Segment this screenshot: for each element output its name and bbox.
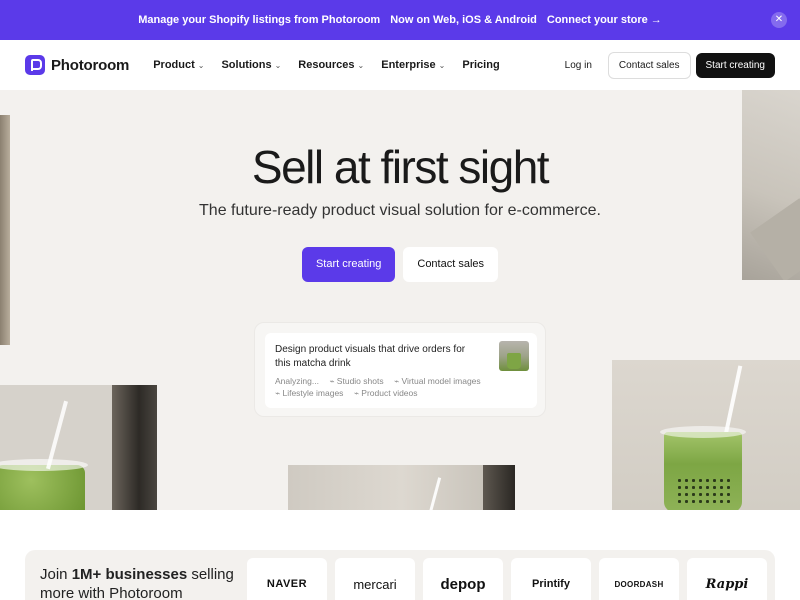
photo-detail [427,477,442,510]
prompt-tags: Analyzing... ⌁ Studio shots ⌁ Virtual mo… [275,375,525,399]
menu-label: Solutions [221,59,272,71]
top-navigation: Photoroom Product ⌄ Solutions ⌄ Resource… [0,40,800,90]
menu-label: Enterprise [381,59,436,71]
rappi-logo: Rappi [687,558,767,600]
menu-label: Pricing [462,59,500,71]
menu-item-solutions[interactable]: Solutions ⌄ [221,59,281,71]
announcement-shopify-link[interactable]: Manage your Shopify listings from Photor… [138,14,380,26]
status-analyzing: Analyzing... [275,376,319,386]
photo-detail [483,465,515,510]
photo-detail [0,465,85,510]
tag-virtual-model-images: ⌁ Virtual model images [393,376,481,386]
contact-sales-hero-button[interactable]: Contact sales [403,247,499,282]
announcement-bar: Manage your Shopify listings from Photor… [0,0,800,40]
hero-section: Sell at first sight The future-ready pro… [0,90,800,510]
menu-label: Product [153,59,195,71]
hero-title: Sell at first sight [251,141,550,193]
announcement-platforms-link[interactable]: Now on Web, iOS & Android [390,14,537,26]
matcha-drink-photo [288,465,515,510]
mercari-logo: mercari [335,558,415,600]
depop-logo: depop [423,558,503,600]
hero-subtitle: The future-ready product visual solution… [199,202,601,219]
photo-detail [660,426,746,438]
menu-item-pricing[interactable]: Pricing [462,59,499,71]
announcement-connect-link[interactable]: Connect your store → [547,14,662,26]
prompt-card: Design product visuals that drive orders… [265,333,537,408]
brand-logo[interactable]: Photoroom [25,55,129,75]
tag-product-videos: ⌁ Product videos [353,388,418,398]
matcha-thumbnail [499,341,529,371]
menu-item-resources[interactable]: Resources ⌄ [298,59,364,71]
naver-logo: NAVER [247,558,327,600]
start-creating-nav-button[interactable]: Start creating [695,52,775,78]
matcha-drink-photo [0,385,157,510]
prompt-demo-card: Design product visuals that drive orders… [254,322,546,417]
tag-studio-shots: ⌁ Studio shots [329,376,384,386]
menu-item-enterprise[interactable]: Enterprise ⌄ [381,59,445,71]
hero-buttons: Start creating Contact sales [0,247,800,282]
customer-logos-panel: Join 1M+ businesses selling more with Ph… [25,550,775,600]
contact-sales-button[interactable]: Contact sales [607,51,691,79]
chevron-down-icon: ⌄ [438,60,446,70]
printify-logo: Printify [511,558,591,600]
close-icon[interactable]: ✕ [771,12,787,28]
photo-detail [664,432,742,510]
tag-lifestyle-images: ⌁ Lifestyle images [275,388,344,398]
start-creating-button[interactable]: Start creating [301,247,396,282]
photoroom-logo-icon [25,55,45,75]
social-proof-section: Join 1M+ businesses selling more with Ph… [0,510,800,600]
join-highlight: 1M+ businesses [71,566,188,583]
brand-name: Photoroom [51,56,130,74]
menu-label: Resources [298,59,355,71]
join-prefix: Join [40,566,72,583]
photo-detail [112,385,157,510]
chevron-down-icon: ⌄ [274,60,282,70]
menu-item-product[interactable]: Product ⌄ [153,59,204,71]
nav-actions: Log in Contact sales Start creating [565,51,775,79]
chevron-down-icon: ⌄ [357,60,365,70]
matcha-drink-photo [612,360,800,510]
main-menu: Product ⌄ Solutions ⌄ Resources ⌄ Enterp… [153,59,516,71]
prompt-text: Design product visuals that drive orders… [275,344,466,369]
chevron-down-icon: ⌄ [197,60,205,70]
doordash-logo: DOORDASH [599,558,679,600]
login-link[interactable]: Log in [565,60,592,71]
join-text: Join 1M+ businesses selling more with Ph… [40,565,240,600]
